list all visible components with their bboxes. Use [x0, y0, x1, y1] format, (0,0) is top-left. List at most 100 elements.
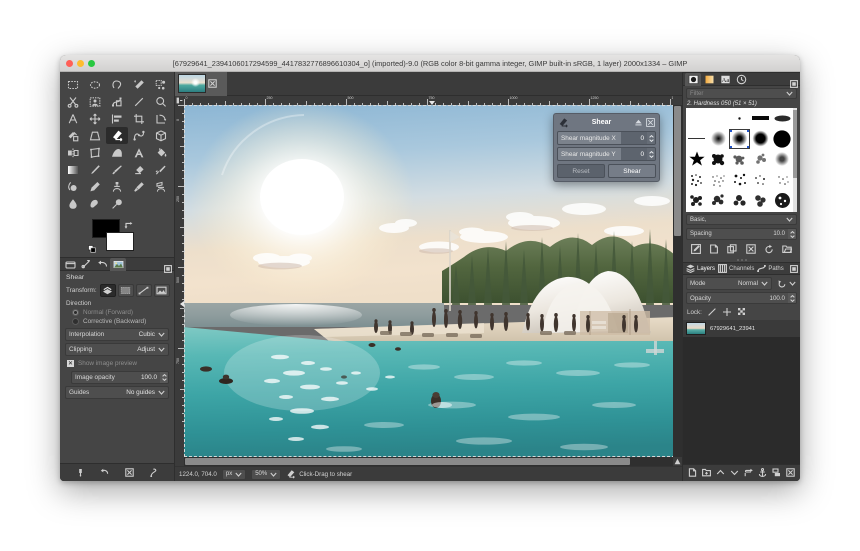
rotate-tool[interactable]: [150, 110, 172, 127]
brush-grid-scrollbar[interactable]: [793, 108, 797, 212]
brush-cell[interactable]: [686, 108, 707, 129]
new-layer-button[interactable]: [688, 464, 697, 481]
foreground-select-tool[interactable]: [84, 93, 106, 110]
brush-cell[interactable]: [707, 149, 728, 170]
show-image-preview-checkbox[interactable]: ✕: [67, 360, 74, 367]
navigate-image-icon[interactable]: [673, 457, 682, 466]
horizontal-ruler[interactable]: 0 250 500 750 1000 1250 1500: [184, 96, 673, 105]
brush-cell[interactable]: [750, 170, 771, 191]
handle-transform-tool[interactable]: [128, 127, 150, 144]
brush-cell[interactable]: [686, 129, 707, 150]
lock-alpha-icon[interactable]: [737, 307, 747, 317]
unified-transform-tool[interactable]: [62, 110, 84, 127]
clipping-combo[interactable]: Clipping Adjust: [65, 343, 169, 356]
horizontal-scrollbar-thumb[interactable]: [185, 458, 630, 465]
brush-cell[interactable]: [707, 170, 728, 191]
direction-option-corrective[interactable]: Corrective (Backward): [64, 317, 170, 326]
channels-tab[interactable]: Channels: [718, 264, 754, 273]
brush-cell[interactable]: [772, 129, 793, 150]
guides-combo[interactable]: Guides No guides: [65, 386, 169, 399]
ellipse-select-tool[interactable]: [84, 76, 106, 93]
select-by-color-tool[interactable]: [150, 76, 172, 93]
open-brush-as-image-button[interactable]: [782, 241, 793, 259]
lock-position-icon[interactable]: [722, 307, 732, 317]
brush-cell[interactable]: [729, 190, 750, 211]
brush-grid[interactable]: [686, 108, 793, 212]
images-tab[interactable]: [110, 257, 126, 271]
spinner-arrows[interactable]: [647, 148, 655, 160]
pencil-tool[interactable]: [84, 161, 106, 178]
vertical-scrollbar-thumb[interactable]: [674, 106, 681, 236]
cage-transform-tool[interactable]: [84, 144, 106, 161]
measure-tool[interactable]: [128, 93, 150, 110]
3d-transform-tool[interactable]: [150, 127, 172, 144]
horizontal-scrollbar[interactable]: [184, 457, 673, 466]
layer-opacity-spinner[interactable]: Opacity 100.0: [686, 292, 797, 304]
raise-layer-button[interactable]: [716, 464, 725, 481]
show-image-preview-row[interactable]: ✕ Show image preview: [64, 358, 170, 369]
fuzzy-select-tool[interactable]: [128, 76, 150, 93]
brush-cell[interactable]: [686, 149, 707, 170]
gradients-tab[interactable]: [701, 73, 717, 86]
shear-tool[interactable]: [106, 127, 128, 144]
brush-cell[interactable]: [686, 190, 707, 211]
scissors-select-tool[interactable]: [62, 93, 84, 110]
brush-cell[interactable]: [729, 108, 750, 129]
tool-options-tab[interactable]: [62, 258, 78, 271]
paths-tab[interactable]: Paths: [757, 264, 784, 273]
direction-option-normal[interactable]: Normal (Forward): [64, 308, 170, 317]
brush-cell[interactable]: [707, 190, 728, 211]
text-tool[interactable]: [128, 144, 150, 161]
merge-down-button[interactable]: [772, 464, 781, 481]
delete-tool-preset-button[interactable]: [125, 464, 134, 482]
layer-mode-combo[interactable]: Mode Normal: [686, 277, 772, 290]
brush-cell[interactable]: [707, 129, 728, 150]
dock-menu-icon[interactable]: [790, 75, 798, 93]
dodge-burn-tool[interactable]: [106, 195, 128, 212]
ink-tool[interactable]: [62, 178, 84, 195]
new-brush-button[interactable]: [709, 241, 719, 259]
brush-cell[interactable]: [750, 149, 771, 170]
lock-pixels-icon[interactable]: [707, 307, 717, 317]
airbrush-tool[interactable]: [150, 161, 172, 178]
brush-cell[interactable]: [750, 129, 771, 150]
new-layer-group-button[interactable]: [702, 464, 712, 481]
perspective-clone-tool[interactable]: [150, 178, 172, 195]
brush-cell[interactable]: [772, 170, 793, 191]
clone-tool[interactable]: [106, 178, 128, 195]
transform-path-button[interactable]: [135, 284, 152, 297]
flip-tool[interactable]: [62, 144, 84, 161]
shear-dialog[interactable]: Shear Shear magnitude X 0 Shear magnitud…: [553, 113, 660, 182]
zoom-tool[interactable]: [150, 93, 172, 110]
reset-mode-icon[interactable]: [777, 279, 787, 288]
vertical-scrollbar[interactable]: [673, 105, 682, 457]
duplicate-brush-button[interactable]: [727, 241, 737, 259]
eraser-tool[interactable]: [128, 161, 150, 178]
perspective-tool[interactable]: [84, 127, 106, 144]
free-select-tool[interactable]: [106, 76, 128, 93]
close-icon[interactable]: [646, 118, 655, 127]
vertical-ruler[interactable]: 0 250 500 750: [175, 105, 184, 457]
brush-cell[interactable]: [772, 108, 793, 129]
delete-brush-button[interactable]: [745, 241, 756, 259]
spinner-arrows[interactable]: [160, 372, 168, 383]
save-tool-preset-button[interactable]: [76, 464, 85, 482]
brush-filter-input[interactable]: Filter: [686, 88, 797, 99]
dock-menu-icon[interactable]: [790, 265, 798, 275]
fonts-tab[interactable]: Aa: [717, 73, 733, 86]
refresh-brushes-button[interactable]: [764, 241, 774, 259]
image-opacity-spinner[interactable]: Image opacity 100.0: [71, 371, 169, 384]
layer-list[interactable]: 67929641_23941: [683, 320, 800, 464]
edit-brush-button[interactable]: [691, 241, 702, 259]
brush-cell[interactable]: [750, 108, 771, 129]
delete-layer-button[interactable]: [785, 464, 795, 481]
transform-selection-button[interactable]: [117, 284, 134, 297]
transform-layer-button[interactable]: [99, 284, 116, 297]
brush-cell[interactable]: [729, 149, 750, 170]
shear-magnitude-x-field[interactable]: Shear magnitude X 0: [557, 131, 656, 145]
document-history-tab[interactable]: [733, 73, 749, 86]
unit-combo[interactable]: px: [221, 468, 247, 480]
collapse-icon[interactable]: [634, 118, 643, 127]
brush-cell[interactable]: [707, 108, 728, 129]
zoom-combo[interactable]: 50%: [251, 468, 282, 480]
